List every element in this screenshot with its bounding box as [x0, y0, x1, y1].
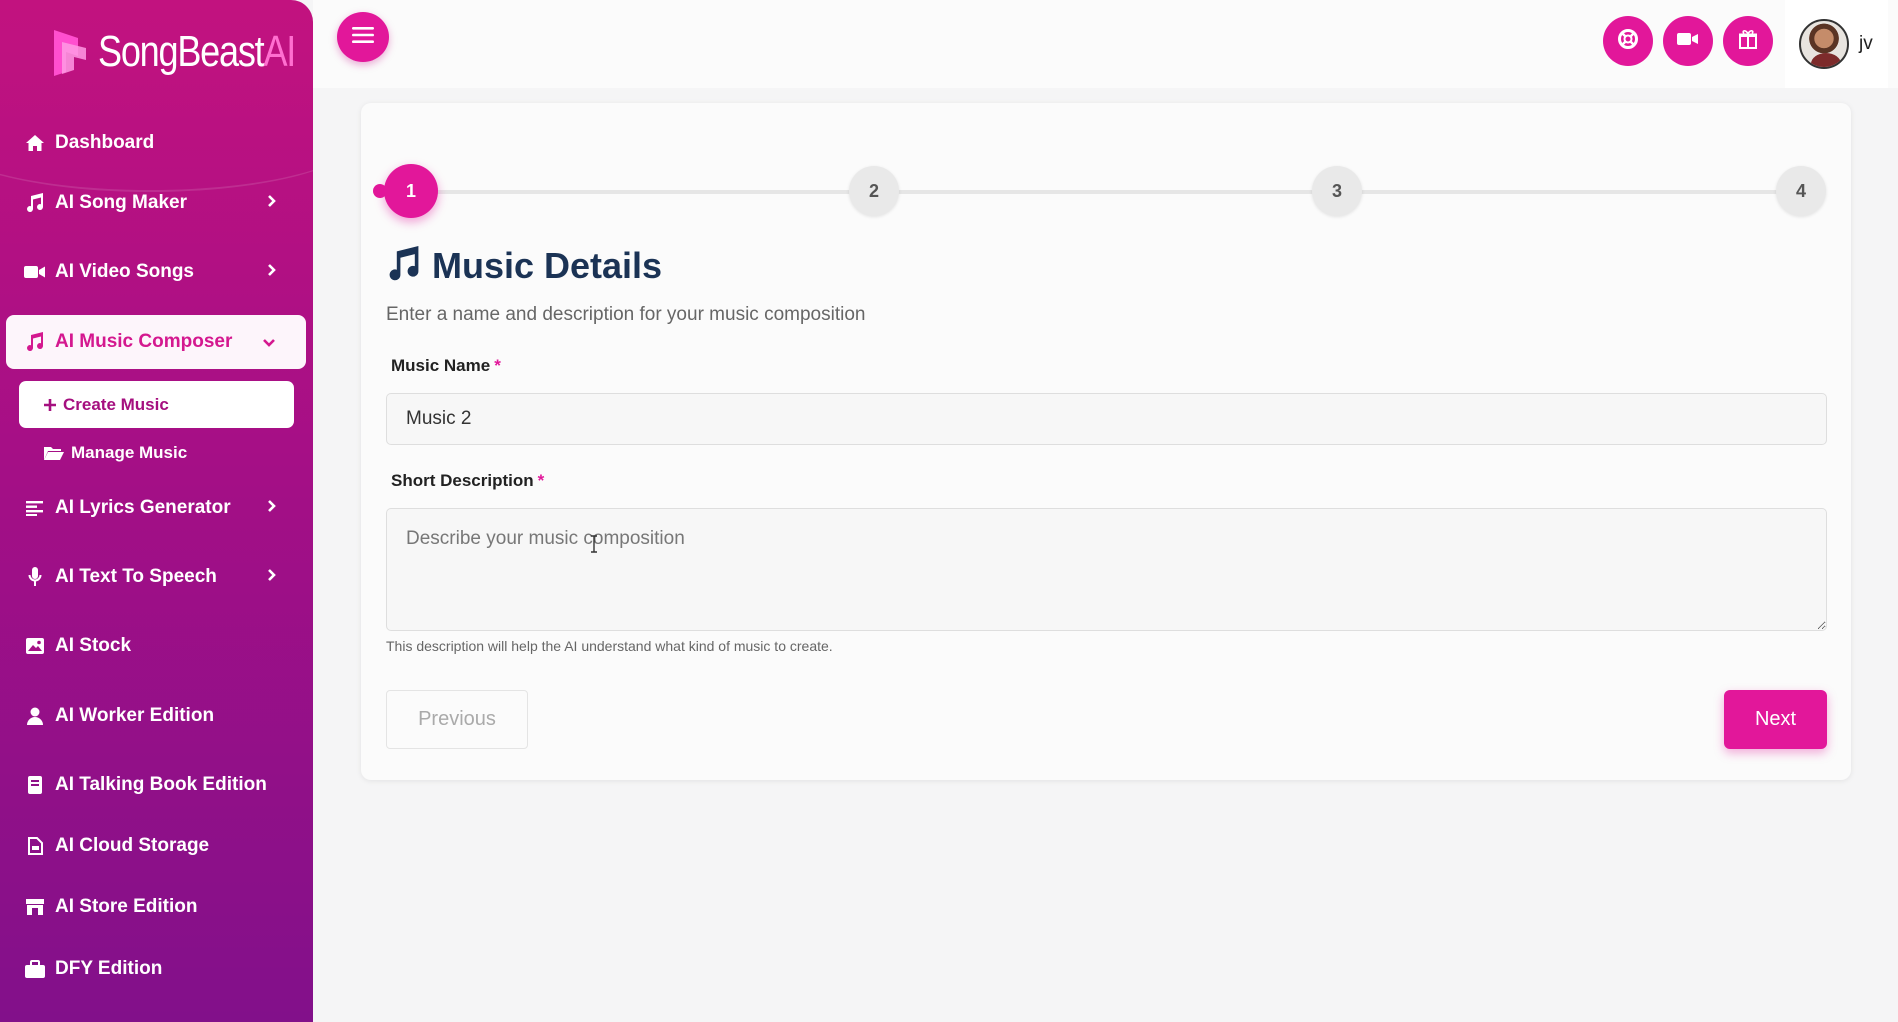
chevron-right-icon	[267, 497, 276, 519]
sidebar-item-label: Dashboard	[55, 132, 155, 153]
briefcase-icon	[24, 958, 46, 980]
sidebar-item-ai-stock[interactable]: AI Stock	[6, 619, 306, 673]
hamburger-icon	[352, 26, 374, 49]
description-help-text: This description will help the AI unders…	[386, 638, 833, 654]
video-camera-icon	[24, 261, 46, 283]
chevron-right-icon	[267, 192, 276, 214]
brand-logo[interactable]: SongBeastAI	[48, 22, 313, 82]
sidebar-item-label: AI Store Edition	[55, 896, 198, 917]
required-mark: *	[494, 356, 501, 375]
previous-button[interactable]: Previous	[386, 690, 528, 749]
sidebar-item-label: AI Lyrics Generator	[55, 497, 231, 518]
top-bar	[313, 0, 1898, 88]
user-menu[interactable]: jv	[1785, 0, 1888, 88]
sidebar-item-label: AI Music Composer	[55, 331, 233, 352]
sidebar-item-ai-text-to-speech[interactable]: AI Text To Speech	[6, 550, 306, 604]
video-tutorial-button[interactable]	[1663, 16, 1713, 66]
sidebar-item-label: AI Song Maker	[55, 192, 187, 213]
sidebar-item-label: AI Video Songs	[55, 261, 195, 282]
sidebar-item-label: AI Worker Edition	[55, 705, 215, 726]
user-icon	[24, 705, 46, 727]
avatar	[1799, 19, 1849, 69]
sidebar-item-ai-song-maker[interactable]: AI Song Maker	[6, 176, 306, 230]
sidebar-subitem-label: Create Music	[63, 394, 169, 414]
music-note-icon	[24, 192, 46, 214]
video-icon	[1677, 32, 1699, 51]
music-name-input[interactable]	[386, 393, 1827, 445]
image-icon	[24, 635, 46, 657]
sidebar-item-ai-worker-edition[interactable]: AI Worker Edition	[6, 689, 306, 743]
user-name: jv	[1859, 33, 1873, 54]
sidebar-item-ai-lyrics-generator[interactable]: AI Lyrics Generator	[6, 481, 306, 535]
section-title: Music Details	[386, 245, 662, 287]
sidebar-item-ai-talking-book-edition[interactable]: AI Talking Book Edition	[6, 758, 306, 812]
home-icon	[24, 132, 46, 154]
sidebar-item-label: AI Text To Speech	[55, 566, 217, 587]
align-left-icon	[24, 497, 46, 519]
step-3[interactable]: 3	[1312, 166, 1362, 216]
sidebar: SongBeastAI Dashboard AI Song Maker AI V…	[0, 0, 313, 1022]
music-name-label: Music Name *	[391, 356, 501, 375]
book-icon	[24, 774, 46, 796]
plus-icon	[43, 398, 57, 412]
support-button[interactable]	[1603, 16, 1653, 66]
gift-button[interactable]	[1723, 16, 1773, 66]
logo-icon	[48, 26, 90, 78]
brand-name: SongBeast	[98, 27, 265, 76]
sidebar-item-label: AI Stock	[55, 635, 132, 656]
next-button[interactable]: Next	[1724, 690, 1827, 749]
sidebar-subitem-label: Manage Music	[71, 442, 188, 462]
folder-open-icon	[43, 445, 65, 461]
short-description-textarea[interactable]	[386, 508, 1827, 631]
chevron-down-icon	[262, 331, 276, 353]
sidebar-item-ai-cloud-storage[interactable]: AI Cloud Storage	[6, 819, 306, 873]
file-icon	[24, 835, 46, 857]
sidebar-subitem-manage-music[interactable]: Manage Music	[19, 429, 294, 476]
support-icon	[1617, 28, 1639, 55]
sidebar-item-ai-store-edition[interactable]: AI Store Edition	[6, 880, 306, 934]
sidebar-item-ai-music-composer[interactable]: AI Music Composer	[6, 315, 306, 369]
music-note-icon	[386, 245, 422, 287]
chevron-right-icon	[267, 261, 276, 283]
brand-suffix: AI	[263, 27, 296, 76]
microphone-icon	[24, 566, 46, 588]
chevron-right-icon	[267, 566, 276, 588]
page-title: Music Details	[432, 245, 663, 286]
music-note-icon	[24, 331, 46, 353]
sidebar-subitem-create-music[interactable]: Create Music	[19, 381, 294, 428]
sidebar-item-label: AI Talking Book Edition	[55, 774, 267, 795]
sidebar-item-label: AI Cloud Storage	[55, 835, 210, 856]
sidebar-item-ai-video-songs[interactable]: AI Video Songs	[6, 245, 306, 299]
gift-icon	[1738, 29, 1758, 54]
short-description-label: Short Description *	[391, 471, 545, 490]
text-cursor-icon	[590, 535, 598, 553]
step-4[interactable]: 4	[1776, 166, 1826, 216]
sidebar-item-dfy-edition[interactable]: DFY Edition	[6, 942, 306, 996]
stepper-track	[380, 190, 1800, 194]
store-icon	[24, 896, 46, 918]
step-2[interactable]: 2	[849, 166, 899, 216]
required-mark: *	[537, 471, 545, 490]
sidebar-item-label: DFY Edition	[55, 958, 163, 979]
sidebar-item-dashboard[interactable]: Dashboard	[6, 116, 306, 170]
menu-toggle-button[interactable]	[337, 12, 389, 62]
step-1[interactable]: 1	[384, 164, 438, 218]
section-subtitle: Enter a name and description for your mu…	[386, 304, 866, 325]
